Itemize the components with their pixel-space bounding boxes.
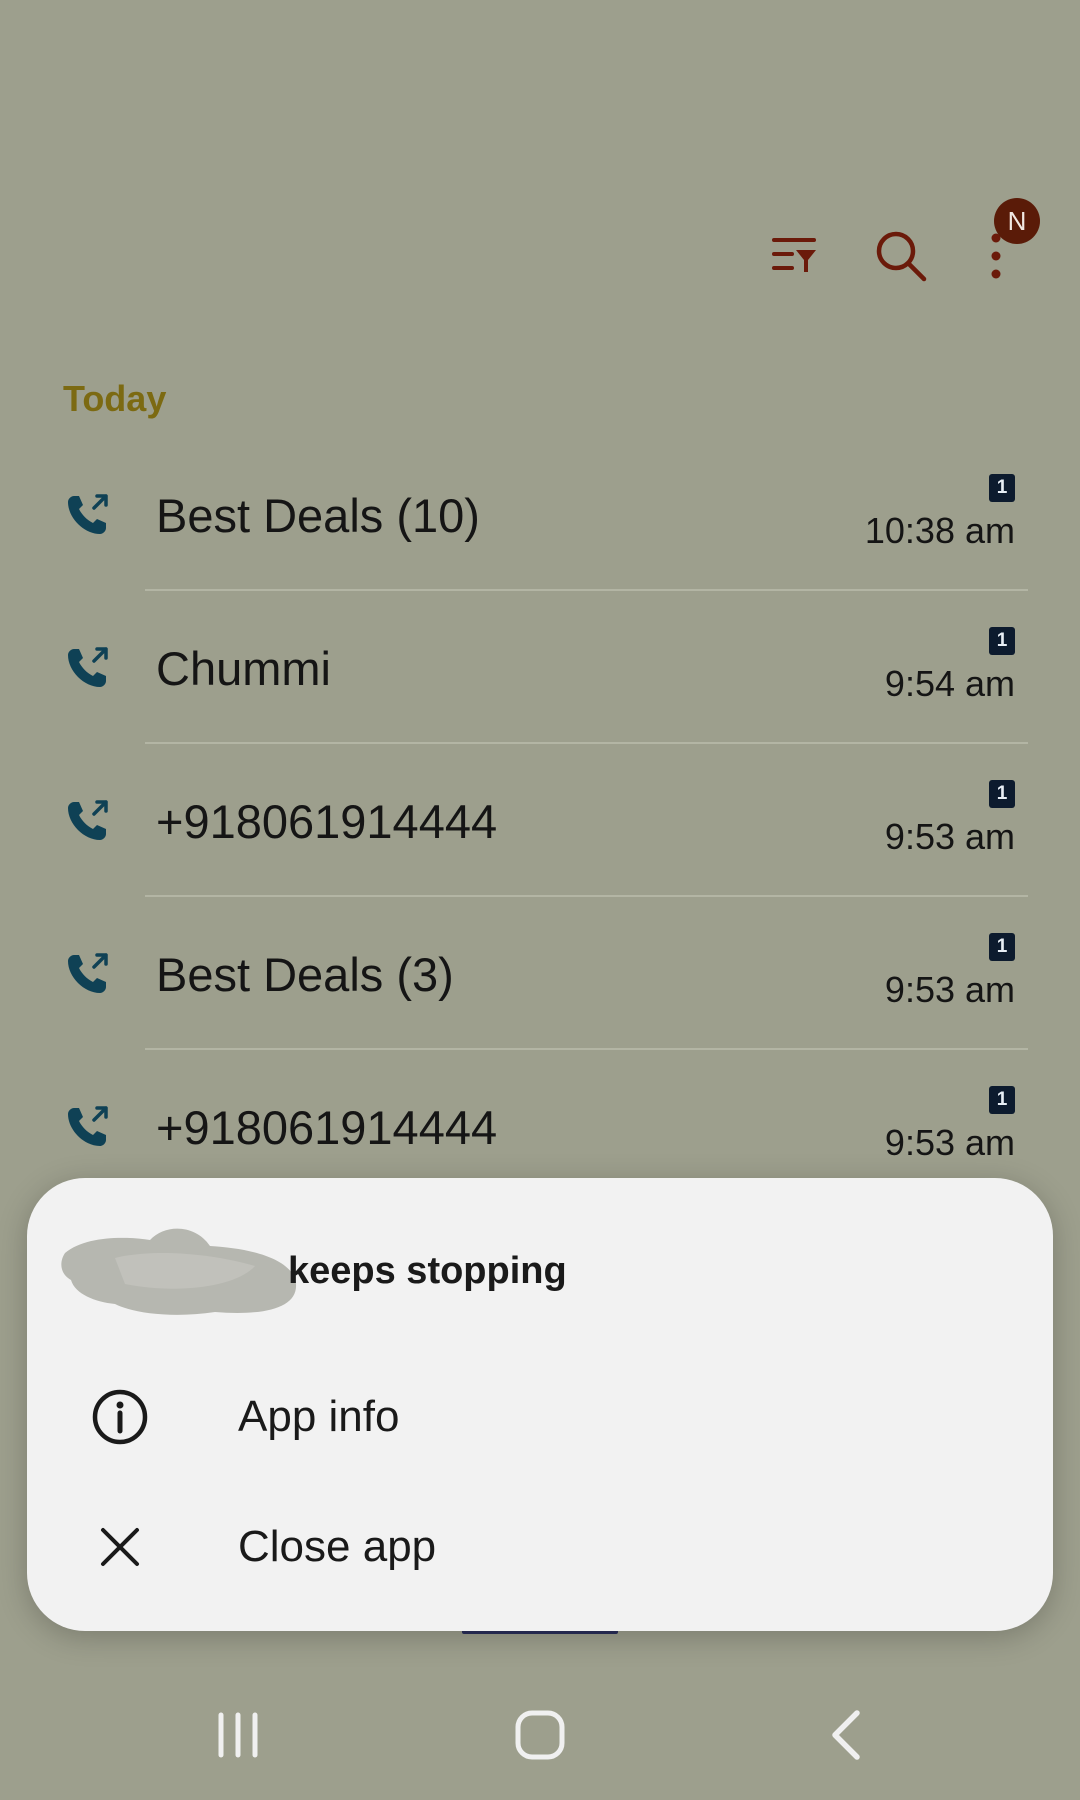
recents-button[interactable] (183, 1680, 293, 1790)
search-icon-graphic (876, 231, 927, 282)
outgoing-call-icon (68, 953, 108, 993)
home-icon (515, 1710, 565, 1760)
dialog-title: keeps stopping (288, 1250, 567, 1292)
close-app-option[interactable]: Close app (27, 1492, 1053, 1602)
sim-badge: 1 (989, 933, 1015, 961)
call-contact-name: Best Deals (10) (156, 489, 480, 542)
search-icon[interactable] (873, 228, 929, 284)
sim-badge: 1 (989, 627, 1015, 655)
sim-badge: 1 (989, 1086, 1015, 1114)
outgoing-call-icon (68, 647, 108, 687)
info-icon (92, 1389, 148, 1445)
call-log-row[interactable]: Best Deals (3) 1 9:53 am (0, 897, 1080, 1050)
back-button[interactable] (790, 1680, 900, 1790)
call-log-row[interactable]: +918061914444 1 9:53 am (0, 744, 1080, 897)
call-log-row[interactable]: Chummi 1 9:54 am (0, 591, 1080, 744)
sim-badge: 1 (989, 474, 1015, 502)
redacted-app-name-blur (61, 1228, 297, 1315)
call-time: 10:38 am (864, 510, 1015, 551)
call-contact-name: Best Deals (3) (156, 948, 454, 1001)
filter-list-icon[interactable] (766, 228, 822, 284)
app-crash-dialog: keeps stopping App info Close app (27, 1178, 1053, 1631)
call-log-list: Best Deals (10) 1 10:38 am Chummi 1 9:54… (0, 438, 1080, 1203)
outgoing-call-icon (68, 494, 108, 534)
call-time: 9:53 am (884, 1122, 1015, 1163)
call-log-row[interactable]: Best Deals (10) 1 10:38 am (0, 438, 1080, 591)
close-icon (101, 1528, 139, 1566)
home-button[interactable] (485, 1680, 595, 1790)
call-time: 9:53 am (884, 969, 1015, 1010)
outgoing-call-icon (68, 800, 108, 840)
close-app-label: Close app (238, 1522, 437, 1571)
call-contact-name: +918061914444 (156, 795, 498, 848)
app-info-option[interactable]: App info (27, 1362, 1053, 1472)
app-info-label: App info (238, 1392, 400, 1441)
system-nav-bar (0, 1680, 1080, 1790)
call-contact-name: +918061914444 (156, 1101, 498, 1154)
call-contact-name: Chummi (156, 642, 331, 695)
outgoing-call-icon (68, 1106, 108, 1146)
notification-badge: N (994, 198, 1040, 244)
call-time: 9:53 am (884, 816, 1015, 857)
filter-list-icon-graphic (772, 238, 816, 272)
recents-icon (218, 1712, 258, 1758)
back-icon (832, 1710, 860, 1760)
call-time: 9:54 am (884, 663, 1015, 704)
call-log-screen: N Today Best Deals (10) 1 10:38 am Chumm… (0, 0, 1080, 1800)
section-label-today: Today (63, 378, 167, 419)
sim-badge: 1 (989, 780, 1015, 808)
